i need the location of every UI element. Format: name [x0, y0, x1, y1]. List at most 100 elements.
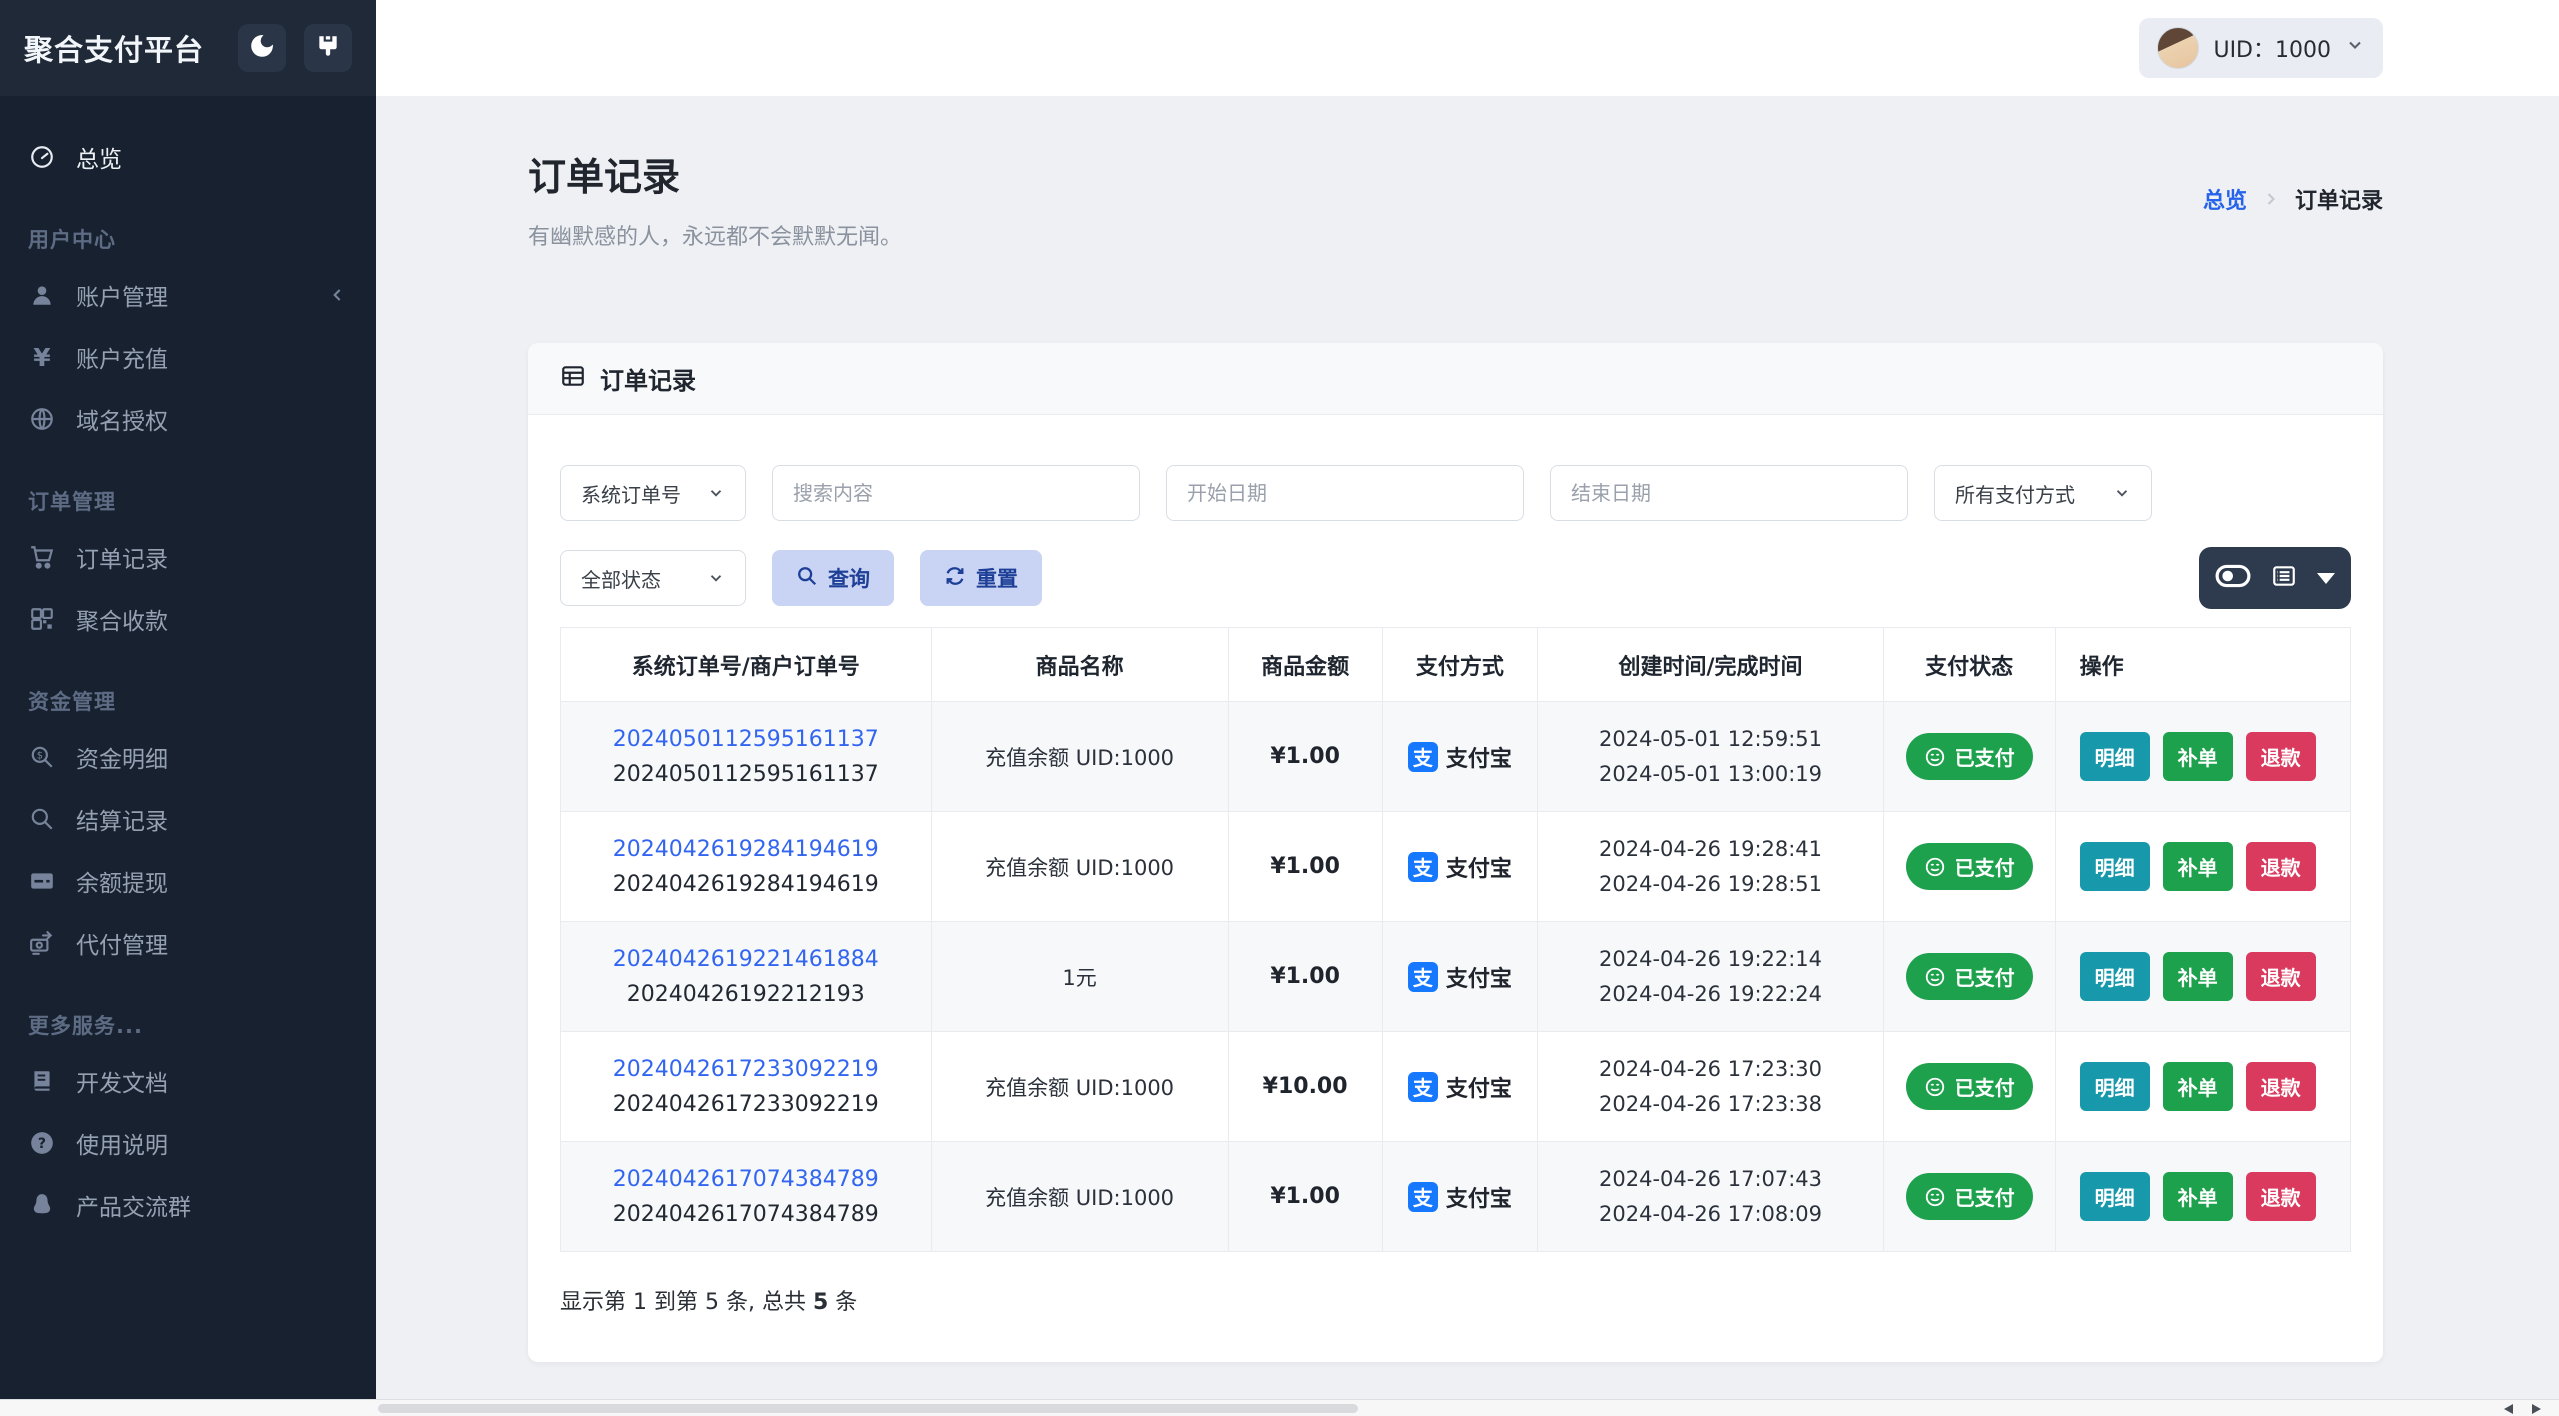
refund-button[interactable]: 退款	[2245, 1172, 2316, 1221]
smiley-icon	[1925, 1187, 1944, 1206]
product-name: 充值余额 UID:1000	[930, 1031, 1229, 1142]
amount: ¥1.00	[1227, 701, 1383, 812]
sidebar-item-account-recharge[interactable]: ¥ 账户充值	[0, 326, 376, 388]
refund-button[interactable]: 退款	[2245, 952, 2316, 1001]
sidebar-item-label: 域名授权	[76, 409, 168, 435]
reissue-button[interactable]: 补单	[2162, 842, 2233, 891]
reissue-button[interactable]: 补单	[2162, 952, 2233, 1001]
end-date-input[interactable]	[1550, 465, 1908, 521]
sidebar-item-aggregate-collect[interactable]: 聚合收款	[0, 588, 376, 650]
start-date-input[interactable]	[1166, 465, 1524, 521]
table-row: 2024042617074384789 2024042617074384789 充…	[560, 1141, 2352, 1252]
order-type-select[interactable]: 系统订单号	[560, 465, 746, 521]
chevron-right-icon	[2261, 189, 2281, 209]
smiley-icon	[1925, 967, 1944, 986]
card-body: 系统订单号 所有支付方式	[528, 415, 2383, 1362]
nav-section-more-services: 更多服务...	[28, 1014, 143, 1038]
cart-icon	[28, 543, 56, 571]
order-link[interactable]: 2024042619284194619	[571, 837, 921, 862]
pay-method-select[interactable]: 所有支付方式	[1934, 465, 2152, 521]
order-link[interactable]: 2024050112595161137	[571, 727, 921, 752]
detail-button[interactable]: 明细	[2079, 732, 2150, 781]
completed-time: 2024-05-01 13:00:19	[1599, 761, 1823, 786]
breadcrumb-current: 订单记录	[2294, 188, 2383, 214]
dark-mode-button[interactable]	[238, 24, 286, 72]
page-title: 订单记录	[528, 155, 681, 199]
main-area: UID：1000 订单记录 有幽默感的人，永远都不会默默无闻。 总览 订单记录	[376, 0, 2559, 1416]
detail-button[interactable]: 明细	[2079, 952, 2150, 1001]
sidebar-item-domain-auth[interactable]: 域名授权	[0, 388, 376, 450]
scrollbar-thumb[interactable]	[378, 1404, 1358, 1413]
product-name: 充值余额 UID:1000	[930, 701, 1229, 812]
nav-section-fund-manage: 资金管理	[28, 690, 116, 714]
horizontal-scrollbar[interactable]	[0, 1399, 2559, 1416]
order-link[interactable]: 2024042617074384789	[571, 1167, 921, 1192]
card-title: 订单记录	[600, 367, 696, 395]
sidebar-item-settlement-records[interactable]: 结算记录	[0, 788, 376, 850]
amount: ¥1.00	[1227, 811, 1383, 922]
sidebar-item-product-group[interactable]: 产品交流群	[0, 1174, 376, 1236]
reissue-button[interactable]: 补单	[2162, 732, 2233, 781]
refund-button[interactable]: 退款	[2245, 1062, 2316, 1111]
completed-time: 2024-04-26 17:08:09	[1599, 1201, 1823, 1226]
table-row: 2024042617233092219 2024042617233092219 充…	[560, 1031, 2352, 1142]
merchant-order-no: 2024042619284194619	[612, 871, 879, 897]
page-subtitle: 有幽默感的人，永远都不会默默无闻。	[528, 225, 903, 250]
moon-icon	[249, 33, 275, 63]
sidebar-item-order-records[interactable]: 订单记录	[0, 526, 376, 588]
reset-button[interactable]: 重置	[920, 550, 1042, 606]
alipay-icon: 支	[1407, 741, 1438, 772]
created-time: 2024-04-26 17:07:43	[1599, 1166, 1823, 1191]
screen: 聚合支付平台 总览 用户中心 账户管理 ¥ 账户充值 域名授权 订单管理 订单记…	[0, 0, 2559, 1416]
detail-button[interactable]: 明细	[2079, 842, 2150, 891]
sidebar-item-overview[interactable]: 总览	[0, 126, 376, 188]
user-menu[interactable]: UID：1000	[2139, 18, 2383, 78]
order-link[interactable]: 2024042617233092219	[571, 1057, 921, 1082]
col-product: 商品名称	[930, 627, 1229, 702]
detail-button[interactable]: 明细	[2079, 1062, 2150, 1111]
sidebar-item-payout-manage[interactable]: 代付管理	[0, 912, 376, 974]
reissue-button[interactable]: 补单	[2162, 1062, 2233, 1111]
reissue-button[interactable]: 补单	[2162, 1172, 2233, 1221]
alipay-icon: 支	[1407, 961, 1438, 992]
product-name: 1元	[930, 921, 1229, 1032]
orders-table: 系统订单号/商户订单号 商品名称 商品金额 支付方式 创建时间/完成时间 支付状…	[560, 627, 2352, 1252]
order-link[interactable]: 2024042619221461884	[571, 947, 921, 972]
svg-text:?: ?	[38, 1136, 46, 1152]
sidebar-item-fund-details[interactable]: $ 资金明细	[0, 726, 376, 788]
status-badge: 已支付	[1905, 1063, 2033, 1110]
status-select[interactable]: 全部状态	[560, 550, 746, 606]
search-input[interactable]	[772, 465, 1140, 521]
sidebar-item-usage-guide[interactable]: ? 使用说明	[0, 1112, 376, 1174]
table-row: 2024042619221461884 20240426192212193 1元 …	[560, 921, 2352, 1032]
page-head: 订单记录 有幽默感的人，永远都不会默默无闻。 总览 订单记录	[528, 146, 2383, 251]
sidebar-item-dev-docs[interactable]: 开发文档	[0, 1050, 376, 1112]
table-view-tools[interactable]	[2199, 547, 2351, 609]
amount: ¥1.00	[1227, 921, 1383, 1032]
scroll-right-arrow-icon[interactable]	[2532, 1404, 2541, 1414]
refund-button[interactable]: 退款	[2245, 732, 2316, 781]
table-row: 2024042619284194619 2024042619284194619 充…	[560, 811, 2352, 922]
globe-icon	[28, 405, 56, 433]
refund-button[interactable]: 退款	[2245, 842, 2316, 891]
theme-brush-button[interactable]	[304, 24, 352, 72]
status-badge: 已支付	[1905, 843, 2033, 890]
card-icon	[28, 867, 56, 895]
sidebar-header: 聚合支付平台	[0, 0, 376, 96]
detail-button[interactable]: 明细	[2079, 1172, 2150, 1221]
pay-method: 支付宝	[1445, 1076, 1512, 1102]
pay-method: 支付宝	[1445, 966, 1512, 992]
amount: ¥1.00	[1227, 1141, 1383, 1252]
merchant-order-no: 20240426192212193	[626, 981, 865, 1007]
sidebar-item-label: 账户管理	[76, 285, 168, 311]
status-badge: 已支付	[1905, 1173, 2033, 1220]
query-button[interactable]: 查询	[772, 550, 894, 606]
sidebar-item-account-manage[interactable]: 账户管理	[0, 264, 376, 326]
scroll-left-arrow-icon[interactable]	[2504, 1404, 2513, 1414]
sidebar-item-balance-withdraw[interactable]: 余额提现	[0, 850, 376, 912]
breadcrumb-home-link[interactable]: 总览	[2203, 183, 2247, 215]
merchant-order-no: 2024050112595161137	[612, 761, 879, 787]
svg-text:$: $	[37, 751, 43, 762]
table-header-row: 系统订单号/商户订单号 商品名称 商品金额 支付方式 创建时间/完成时间 支付状…	[560, 627, 2352, 702]
alipay-icon: 支	[1407, 1181, 1438, 1212]
